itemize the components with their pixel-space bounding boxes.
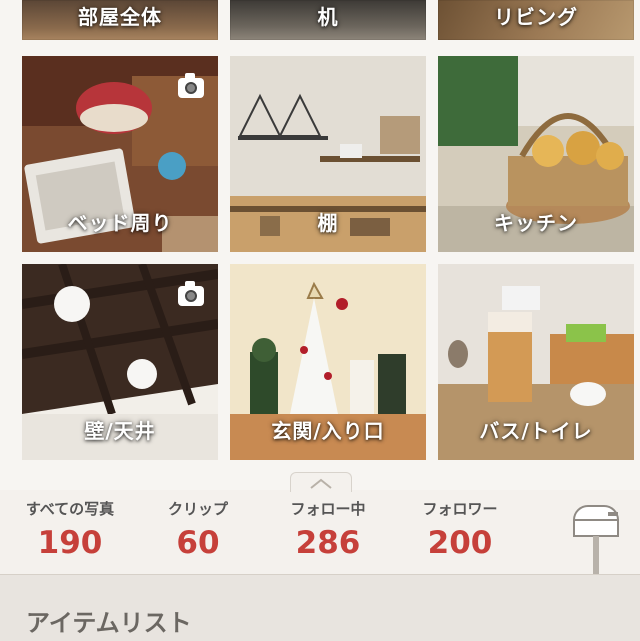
stat-label: フォロー中 [290,500,366,518]
category-tile-entrance[interactable]: 玄関/入り口 [230,264,426,460]
category-label: キッチン [494,211,578,235]
category-label: 壁/天井 [84,419,156,443]
stat-following[interactable]: フォロー中 286 [258,498,398,561]
category-label: 棚 [317,211,339,235]
category-tile-bath-toilet[interactable]: バス/トイレ [438,264,634,460]
category-tile-room[interactable]: 部屋全体 [22,0,218,40]
category-label: 玄関/入り口 [271,419,385,443]
stat-all-photos[interactable]: すべての写真 190 [0,498,140,561]
chevron-up-icon [310,478,332,489]
category-tile-desk[interactable]: 机 [230,0,426,40]
stat-label: すべての写真 [25,500,115,518]
stat-value: 60 [176,525,220,561]
profile-stats-bar: すべての写真 190 クリップ 60 フォロー中 286 フォロワー 200 [0,492,640,574]
stat-label: クリップ [167,500,228,518]
category-label: リビング [494,5,578,29]
stat-label: フォロワー [422,500,498,518]
stat-clips[interactable]: クリップ 60 [128,498,268,561]
category-label: ベッド周り [67,211,173,235]
category-tile-shelf[interactable]: 棚 [230,56,426,252]
camera-icon [178,73,204,98]
category-tile-living[interactable]: リビング [438,0,634,40]
stat-value: 190 [37,525,103,561]
stat-followers[interactable]: フォロワー 200 [390,498,530,561]
category-tile-wall-ceiling[interactable]: 壁/天井 [22,264,218,460]
category-label: 部屋全体 [78,5,162,29]
category-grid: 部屋全体 机 リビング ベッド周り 棚 キッチン 壁/天井 玄関/入り口 バス/… [0,0,640,490]
item-list-section: アイテムリスト [0,574,640,641]
stat-value: 286 [295,525,361,561]
camera-icon [178,281,204,306]
category-tile-kitchen[interactable]: キッチン [438,56,634,252]
section-title: アイテムリスト [26,609,192,637]
category-label: 机 [317,5,339,29]
category-tile-bed[interactable]: ベッド周り [22,56,218,252]
category-label: バス/トイレ [479,419,593,443]
stat-value: 200 [427,525,493,561]
mailbox-icon[interactable] [568,498,628,574]
